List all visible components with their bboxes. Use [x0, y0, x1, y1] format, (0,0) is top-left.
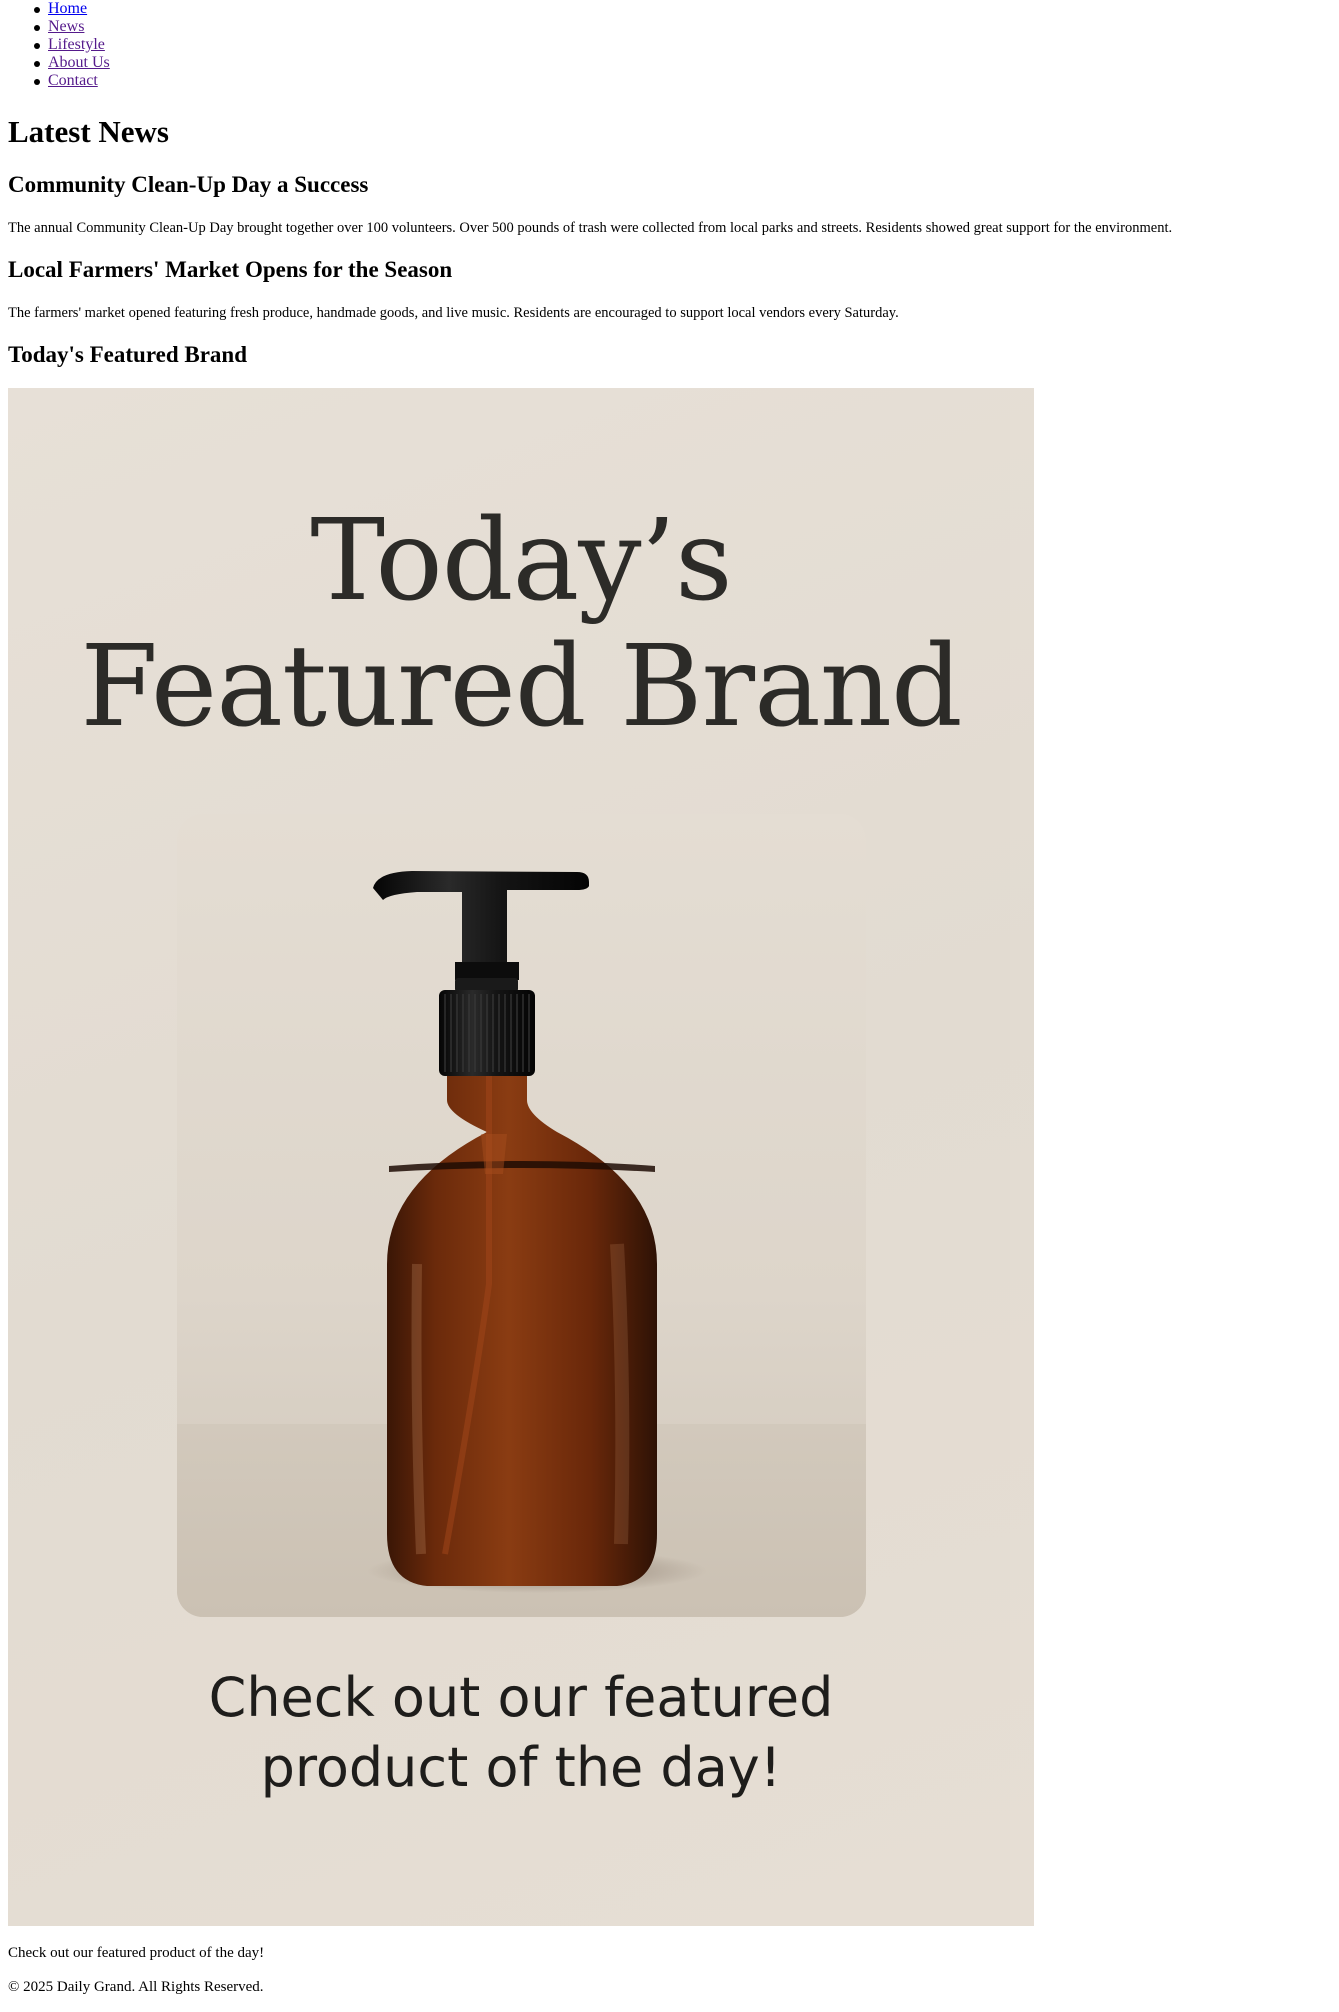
- nav-link-about-us[interactable]: About Us: [48, 54, 110, 71]
- nav-menu: Home News Lifestyle About Us Contact: [0, 0, 110, 90]
- banner-caption-line: product of the day!: [260, 1736, 782, 1799]
- nav-link-contact[interactable]: Contact: [48, 72, 98, 89]
- banner-title-line: Today’s: [310, 496, 732, 626]
- footer-copyright: © 2025 Daily Grand. All Rights Reserved.: [8, 1979, 264, 1995]
- featured-brand-heading: Today's Featured Brand: [8, 342, 247, 367]
- article-body: The annual Community Clean-Up Day brough…: [8, 220, 1173, 236]
- nav-link-lifestyle[interactable]: Lifestyle: [48, 36, 105, 53]
- nav-link-news[interactable]: News: [48, 18, 84, 35]
- nav-link-home[interactable]: Home: [48, 0, 87, 17]
- article-title: Community Clean-Up Day a Success: [8, 172, 369, 197]
- banner-caption-line: Check out our featured: [208, 1666, 834, 1729]
- banner-title-line: Featured Brand: [80, 622, 962, 752]
- article-body: The farmers' market opened featuring fre…: [8, 305, 899, 321]
- nav-item-home: Home: [34, 0, 110, 18]
- page-heading: Latest News: [8, 114, 169, 149]
- article-title: Local Farmers' Market Opens for the Seas…: [8, 257, 453, 282]
- featured-caption: Check out our featured product of the da…: [8, 1945, 265, 1961]
- product-photo: [177, 814, 866, 1617]
- nav-item-news: News: [34, 18, 110, 36]
- nav-item-contact: Contact: [34, 72, 110, 90]
- featured-brand-banner: Today’s Featured Brand Check out our fea…: [8, 388, 1034, 1926]
- nav-item-about: About Us: [34, 54, 110, 72]
- amber-pump-bottle-icon: [367, 871, 707, 1593]
- nav-item-lifestyle: Lifestyle: [34, 36, 110, 54]
- banner-title: Today’s Featured Brand: [8, 498, 1034, 750]
- banner-caption: Check out our featured product of the da…: [8, 1663, 1034, 1803]
